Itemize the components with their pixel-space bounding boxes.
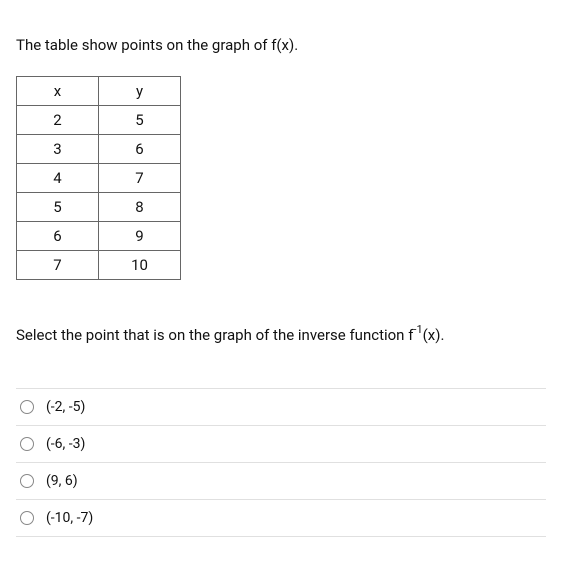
- question-superscript: -1: [413, 323, 422, 336]
- table-row: 5 8: [17, 193, 181, 222]
- cell-x: 5: [17, 193, 99, 222]
- radio-input[interactable]: [20, 474, 34, 488]
- option-4[interactable]: (-10, -7): [16, 500, 546, 537]
- cell-y: 10: [99, 251, 181, 280]
- cell-x: 7: [17, 251, 99, 280]
- table-row: 6 9: [17, 222, 181, 251]
- table-row: 7 10: [17, 251, 181, 280]
- points-table: x y 2 5 3 6 4 7 5 8 6 9 7 10: [16, 76, 181, 280]
- option-label: (9, 6): [46, 473, 78, 489]
- options-list: (-2, -5) (-6, -3) (9, 6) (-10, -7): [16, 388, 546, 537]
- option-3[interactable]: (9, 6): [16, 463, 546, 500]
- radio-input[interactable]: [20, 511, 34, 525]
- radio-input[interactable]: [20, 437, 34, 451]
- question-block: The table show points on the graph of f(…: [0, 0, 562, 553]
- cell-x: 4: [17, 164, 99, 193]
- table-header-x: x: [17, 77, 99, 106]
- option-1[interactable]: (-2, -5): [16, 388, 546, 426]
- radio-input[interactable]: [20, 400, 34, 414]
- option-2[interactable]: (-6, -3): [16, 426, 546, 463]
- cell-x: 3: [17, 135, 99, 164]
- cell-x: 6: [17, 222, 99, 251]
- table-row: 2 5: [17, 106, 181, 135]
- table-header-y: y: [99, 77, 181, 106]
- table-row: 3 6: [17, 135, 181, 164]
- table-header-row: x y: [17, 77, 181, 106]
- option-label: (-10, -7): [46, 510, 93, 526]
- option-label: (-2, -5): [46, 399, 85, 415]
- question-suffix: (x).: [423, 326, 445, 344]
- intro-text: The table show points on the graph of f(…: [16, 36, 546, 54]
- cell-y: 8: [99, 193, 181, 222]
- cell-y: 7: [99, 164, 181, 193]
- cell-y: 5: [99, 106, 181, 135]
- option-label: (-6, -3): [46, 436, 85, 452]
- question-text: Select the point that is on the graph of…: [16, 324, 546, 344]
- table-row: 4 7: [17, 164, 181, 193]
- cell-y: 9: [99, 222, 181, 251]
- cell-x: 2: [17, 106, 99, 135]
- cell-y: 6: [99, 135, 181, 164]
- question-prefix: Select the point that is on the graph of…: [16, 326, 413, 344]
